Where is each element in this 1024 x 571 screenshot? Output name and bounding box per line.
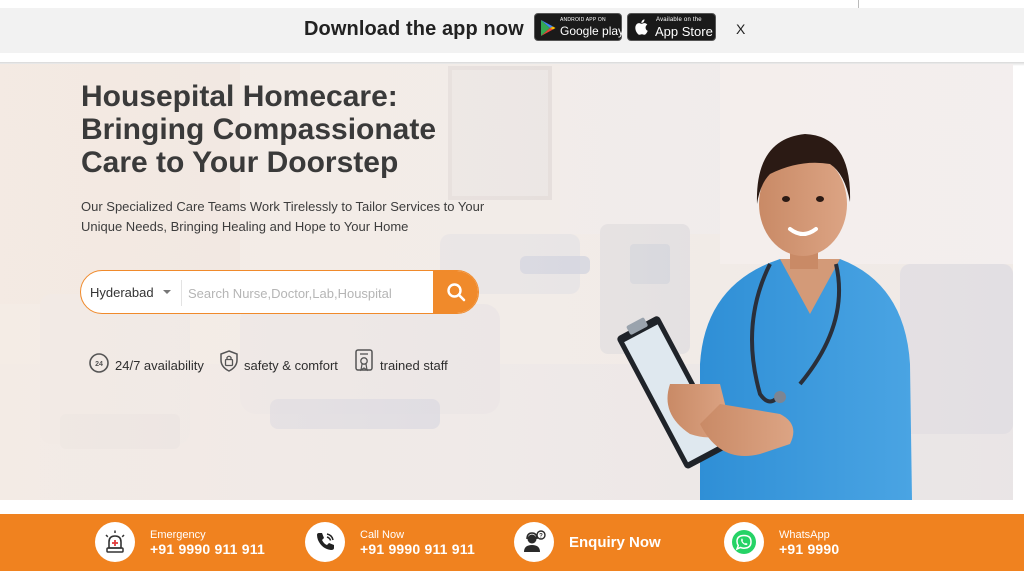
call-now-label: Call Now bbox=[360, 529, 405, 541]
google-play-badge[interactable]: ANDROID APP ON Google play bbox=[534, 13, 625, 41]
emergency-label: Emergency bbox=[150, 529, 206, 541]
enquiry-icon-circle: ? bbox=[514, 522, 554, 562]
hero-headline-line: Care to Your Doorstep bbox=[81, 146, 399, 179]
hero-section: Housepital Homecare: Bringing Compassion… bbox=[0, 64, 1013, 500]
contact-bar: Emergency +91 9990 911 911 Call Now +91 … bbox=[0, 514, 1024, 571]
app-store-small-text: Available on the bbox=[656, 17, 702, 23]
whatsapp-icon bbox=[732, 530, 756, 554]
app-store-big-text: App Store bbox=[655, 24, 713, 39]
certificate-icon bbox=[355, 349, 373, 372]
hero-subtitle-line: Unique Needs, Bringing Healing and Hope … bbox=[81, 219, 409, 234]
enquiry-now-label[interactable]: Enquiry Now bbox=[569, 534, 661, 551]
close-banner-button[interactable]: X bbox=[736, 21, 745, 37]
app-store-badge[interactable]: Available on the App Store bbox=[627, 13, 716, 41]
page-root: Download the app now ANDROID APP ON Goog… bbox=[0, 0, 1024, 571]
hero-headline-line: Housepital Homecare: bbox=[81, 80, 398, 113]
google-play-big-text: Google play bbox=[560, 24, 625, 38]
whatsapp-icon-circle bbox=[724, 522, 764, 562]
search-icon bbox=[447, 283, 466, 302]
hero-subtitle: Our Specialized Care Teams Work Tireless… bbox=[81, 197, 511, 237]
shield-lock-icon bbox=[220, 350, 238, 372]
svg-text:24: 24 bbox=[95, 361, 103, 368]
apple-icon bbox=[635, 19, 648, 35]
search-divider bbox=[181, 280, 182, 306]
siren-icon bbox=[105, 530, 125, 553]
clock-24-icon: 24 bbox=[89, 353, 109, 373]
feature-label: trained staff bbox=[380, 358, 448, 373]
hero-content: Housepital Homecare: Bringing Compassion… bbox=[0, 64, 1013, 500]
whatsapp-number[interactable]: +91 9990 bbox=[779, 541, 839, 557]
feature-label: safety & comfort bbox=[244, 358, 338, 373]
support-agent-icon: ? bbox=[524, 530, 546, 552]
emergency-icon-circle bbox=[95, 522, 135, 562]
call-icon-circle bbox=[305, 522, 345, 562]
hero-headline: Housepital Homecare: Bringing Compassion… bbox=[81, 80, 501, 179]
search-button[interactable] bbox=[433, 271, 478, 313]
google-play-small-text: ANDROID APP ON bbox=[560, 17, 606, 23]
chevron-down-icon[interactable] bbox=[163, 290, 171, 294]
call-now-number[interactable]: +91 9990 911 911 bbox=[360, 541, 475, 557]
app-banner-title: Download the app now bbox=[304, 18, 524, 40]
svg-text:?: ? bbox=[539, 533, 543, 539]
app-download-banner: Download the app now ANDROID APP ON Goog… bbox=[0, 8, 1024, 53]
hero-headline-line: Bringing Compassionate bbox=[81, 113, 437, 146]
emergency-number[interactable]: +91 9990 911 911 bbox=[150, 541, 265, 557]
search-input[interactable] bbox=[188, 279, 428, 307]
city-select[interactable]: Hyderabad bbox=[90, 285, 154, 300]
google-play-icon bbox=[541, 20, 556, 36]
top-divider-line bbox=[858, 0, 859, 8]
feature-label: 24/7 availability bbox=[115, 358, 204, 373]
whatsapp-label: WhatsApp bbox=[779, 529, 830, 541]
phone-icon bbox=[317, 533, 334, 550]
hero-subtitle-line: Our Specialized Care Teams Work Tireless… bbox=[81, 199, 485, 214]
search-bar: Hyderabad bbox=[80, 270, 479, 314]
